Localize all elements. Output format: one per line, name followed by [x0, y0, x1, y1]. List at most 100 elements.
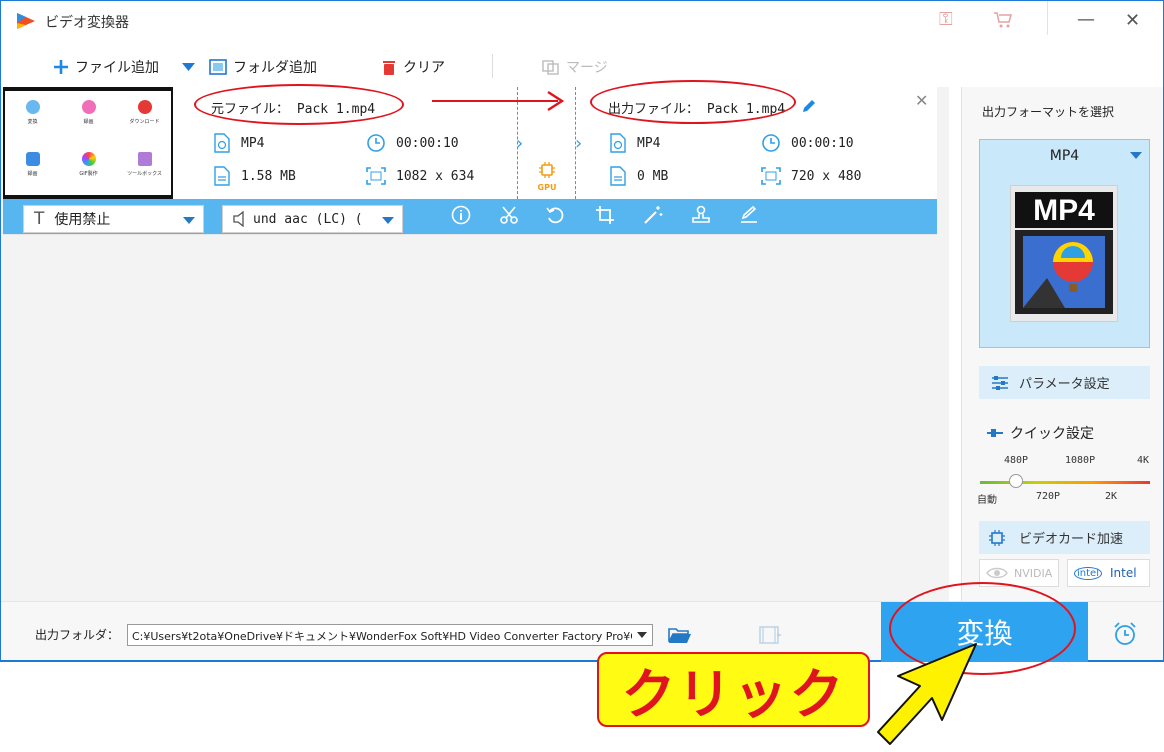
merge-label: マージ — [566, 60, 608, 76]
chevron-down-icon[interactable] — [632, 625, 652, 645]
scissors-icon[interactable] — [499, 205, 519, 225]
source-format: MP4 — [241, 136, 265, 151]
chevron-down-icon — [183, 217, 195, 224]
film-folder-icon — [209, 59, 227, 75]
add-folder-label: フォルダ追加 — [233, 60, 317, 76]
crop-icon[interactable] — [595, 205, 615, 225]
pointer-arrow-icon — [877, 643, 977, 745]
output-duration: 00:00:10 — [791, 136, 854, 151]
source-duration: 00:00:10 — [396, 136, 459, 151]
resolution-icon — [761, 167, 781, 185]
rotate-icon[interactable] — [546, 205, 566, 225]
remove-file-icon[interactable]: ✕ — [915, 91, 928, 110]
window-title: ビデオ変換器 — [45, 15, 129, 31]
parameter-settings-label: パラメータ設定 — [1019, 377, 1110, 392]
mp4-art-text: MP4 — [1033, 194, 1095, 227]
quick-label-4k: 4K — [1137, 455, 1150, 466]
chevron-right-icon: › — [575, 133, 583, 154]
output-resolution: 720 x 480 — [791, 169, 862, 184]
selected-format: MP4 — [1049, 148, 1080, 164]
source-resolution: 1082 x 634 — [396, 169, 475, 184]
sliders-icon — [992, 375, 1008, 390]
output-format-panel: 出力フォーマットを選択 MP4 MP4 パラメータ設定 クイック設定 480P … — [961, 87, 1163, 601]
chevron-right-icon: › — [516, 133, 524, 154]
quick-label-1080p: 1080P — [1065, 455, 1096, 466]
mp4-format-icon: MP4 — [1010, 185, 1118, 322]
output-folder-field[interactable]: C:¥Users¥t2ota¥OneDrive¥ドキュメント¥WonderFox… — [127, 624, 653, 646]
plus-icon — [54, 60, 68, 74]
format-selector[interactable]: MP4 MP4 — [979, 139, 1150, 348]
edit-pencil-icon[interactable] — [801, 98, 817, 114]
source-size: 1.58 MB — [241, 169, 296, 184]
video-thumbnail[interactable]: 変換 録画 ダウンロード 録画 GIF製作 ツールボックス — [3, 87, 173, 199]
minimize-icon[interactable]: — — [1077, 9, 1095, 30]
quick-label-2k: 2K — [1105, 491, 1118, 502]
video-file-icon — [610, 133, 626, 153]
red-arrow-icon — [432, 90, 565, 112]
quick-label-auto: 自動 — [977, 495, 997, 506]
info-icon[interactable] — [451, 205, 471, 225]
app-logo-icon — [17, 13, 35, 29]
add-file-button[interactable]: ファイル追加 — [53, 57, 159, 77]
chip-icon — [539, 162, 555, 178]
trash-icon — [383, 60, 395, 75]
chevron-down-icon — [1130, 152, 1142, 159]
resolution-icon — [366, 167, 386, 185]
video-file-icon — [214, 133, 230, 153]
file-size-icon — [214, 166, 230, 186]
output-size: 0 MB — [637, 169, 669, 184]
intel-option[interactable]: intel Intel — [1067, 559, 1150, 587]
chevron-down-icon — [382, 217, 394, 224]
open-folder-icon[interactable] — [668, 626, 692, 644]
add-folder-button[interactable]: フォルダ追加 — [209, 57, 317, 77]
toolbar-separator — [492, 54, 493, 78]
parameter-settings-button[interactable]: パラメータ設定 — [979, 366, 1150, 399]
output-highlight-ellipse — [590, 80, 796, 124]
title-separator — [1047, 1, 1048, 35]
quality-slider-track[interactable] — [980, 481, 1150, 484]
quick-settings-title: クイック設定 — [986, 423, 1094, 443]
click-callout: クリック — [597, 652, 870, 727]
close-icon[interactable]: ✕ — [1125, 10, 1140, 31]
app-window: ビデオ変換器 ⚿ — ✕ ファイル追加 フォルダ追加 クリア マージ 変換 録画… — [0, 0, 1164, 662]
toolbar: ファイル追加 フォルダ追加 クリア マージ — [1, 45, 1163, 87]
subtitle-select-value: 使用禁止 — [54, 212, 111, 228]
film-export-icon[interactable] — [759, 625, 783, 645]
output-folder-path: C:¥Users¥t2ota¥OneDrive¥ドキュメント¥WonderFox… — [132, 630, 653, 643]
gpu-acceleration-label: ビデオカード加速 — [1019, 532, 1124, 547]
key-icon[interactable]: ⚿ — [939, 9, 953, 30]
gpu-badge: GPU — [535, 161, 559, 192]
add-file-label: ファイル追加 — [75, 60, 159, 76]
watermark-stamp-icon[interactable] — [691, 205, 711, 225]
cart-icon[interactable] — [993, 11, 1013, 29]
merge-button[interactable]: マージ — [542, 57, 608, 77]
clock-icon — [762, 134, 780, 152]
intel-logo-icon: intel — [1074, 566, 1102, 580]
subtitle-select[interactable]: T 使用禁止 — [23, 205, 204, 233]
intel-label: Intel — [1109, 566, 1137, 580]
file-list-area: 変換 録画 ダウンロード 録画 GIF製作 ツールボックス 元ファイル： Pac… — [1, 87, 949, 601]
clear-button[interactable]: クリア — [381, 57, 445, 77]
gpu-acceleration-button[interactable]: ビデオカード加速 — [979, 521, 1150, 554]
output-folder-label: 出力フォルダ： — [35, 628, 120, 642]
audio-track-select[interactable]: und aac (LC) ( — [222, 205, 403, 233]
output-format-title: 出力フォーマットを選択 — [982, 105, 1115, 119]
merge-icon — [542, 60, 559, 75]
clock-icon — [367, 134, 385, 152]
file-size-icon — [610, 166, 626, 186]
speaker-icon — [233, 211, 244, 227]
audio-track-value: und aac (LC) ( — [253, 211, 363, 227]
alarm-clock-icon[interactable] — [1112, 621, 1138, 647]
source-highlight-ellipse — [194, 84, 404, 125]
chip-icon — [989, 529, 1005, 546]
quick-label-480p: 480P — [1004, 455, 1029, 466]
magic-wand-icon[interactable] — [643, 205, 663, 225]
text-t-icon: T — [34, 209, 45, 229]
output-format: MP4 — [637, 136, 661, 151]
edit-subtitle-icon[interactable] — [739, 205, 759, 225]
add-file-dropdown-icon[interactable] — [182, 63, 195, 72]
clear-label: クリア — [403, 60, 445, 76]
quality-slider-handle[interactable] — [1009, 474, 1023, 488]
quick-label-720p: 720P — [1036, 491, 1061, 502]
nvidia-label: NVIDIA — [1014, 566, 1053, 580]
